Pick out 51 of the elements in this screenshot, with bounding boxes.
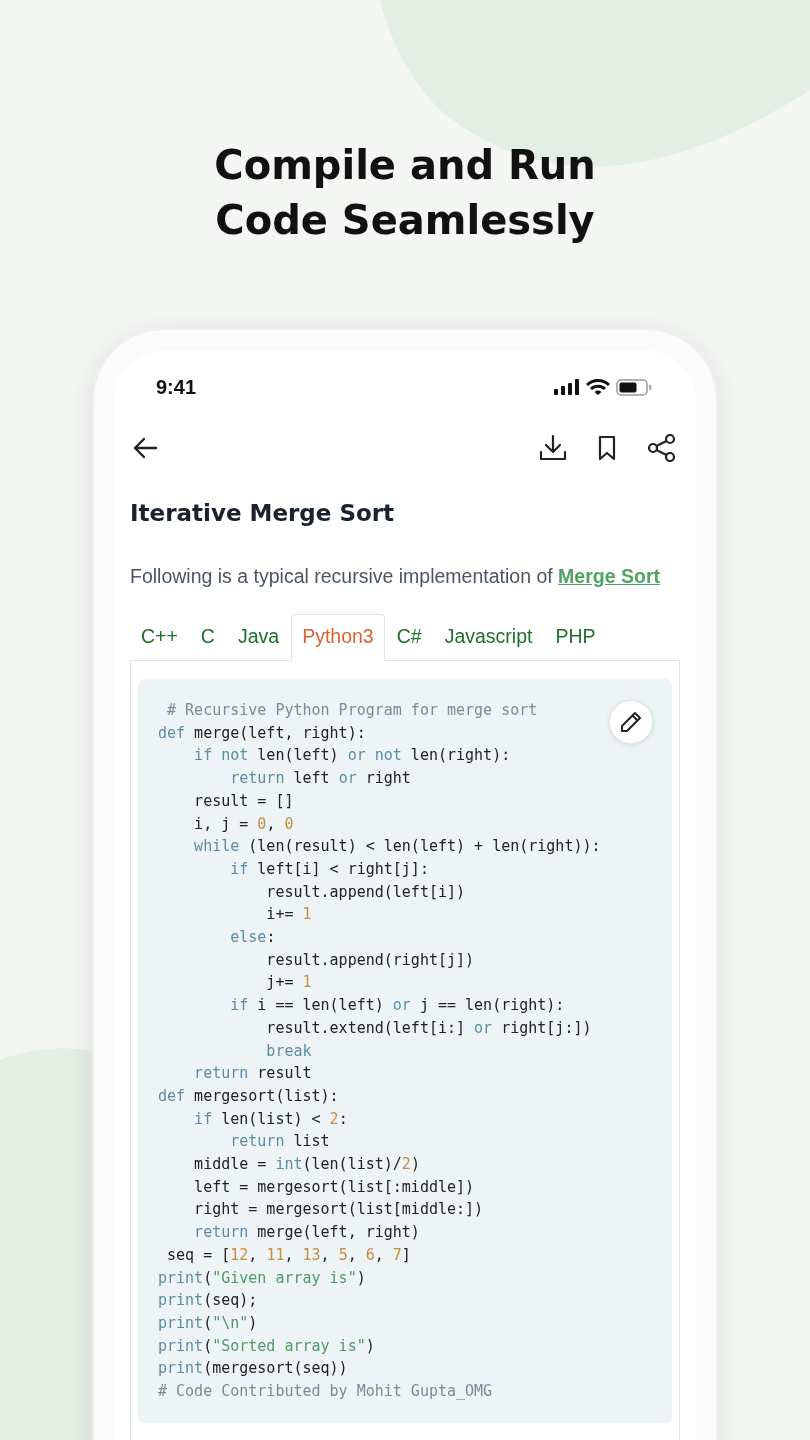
code-line: if not len(left) or not len(right): [193,745,511,767]
language-tab[interactable]: Java [226,614,291,661]
headline: Compile and Run Code Seamlessly [213,141,597,245]
signal-icon [554,379,580,395]
code-line: while (len(result) < len(left) + len(right)): [193,836,601,858]
code-line: i+= 1 [265,904,312,926]
code-line: result.append(left[i]) [265,881,466,903]
language-tab[interactable]: C# [385,614,433,661]
code-line: print(seq); [158,1290,258,1312]
code-line: return left or right [229,768,411,790]
code-line: i, j = 0, 0 [193,813,294,835]
code-line: seq = [12, 11, 13, 5, 6, 7] [166,1244,411,1266]
language-tab[interactable]: C++ [130,614,189,661]
language-tab[interactable]: Javascript [433,614,544,661]
edit-button[interactable] [609,700,653,744]
bookmark-icon[interactable] [597,435,617,461]
code-line: middle = int(len(list)/2) [193,1154,420,1176]
back-arrow-icon[interactable] [132,437,158,459]
code-line: print("\n") [158,1313,258,1334]
share-icon[interactable] [647,434,677,462]
intro-paragraph: Following is a typical recursive implementation of Merge Sort [130,564,661,589]
status-time: 9:41 [156,375,197,399]
code-line: j+= 1 [265,972,312,994]
code-line: result.append(right[j]) [265,949,475,971]
code-line: return list [229,1131,330,1153]
code-line: # Recursive Python Program for merge sort [166,700,538,721]
code-line: # Code Contributed by Mohit Gupta_OMG [158,1381,493,1403]
code-line: result = [] [193,790,294,812]
code-line: print(mergesort(seq)) [158,1358,348,1380]
pencil-icon [619,710,643,734]
download-icon[interactable] [539,434,567,462]
code-line: return merge(left, right) [193,1222,420,1244]
battery-icon [616,378,652,396]
code-line: right = mergesort(list[middle:]) [193,1199,484,1221]
code-line: result.extend(left[i:] or right[j:]) [265,1017,592,1039]
language-tab[interactable]: Python3 [291,614,385,661]
code-line: print("Sorted array is") [158,1335,375,1357]
code-line: def merge(left, right): [158,722,366,744]
code-line: else: [229,927,276,949]
code-line: break [265,1040,312,1062]
code-line: return result [193,1063,312,1085]
wifi-icon [586,378,610,396]
code-line: if left[i] < right[j]: [229,858,429,880]
language-tab[interactable]: C [189,614,226,661]
code-line: if i == len(left) or j == len(right): [229,995,565,1017]
code-line: left = mergesort(list[:middle]) [193,1176,475,1198]
code-line: def mergesort(list): [158,1085,339,1107]
article-title: Iterative Merge Sort [130,500,396,526]
code-line: print("Given array is") [158,1267,366,1289]
code-line: if len(list) < 2: [193,1108,348,1130]
language-tab[interactable]: PHP [544,614,607,661]
